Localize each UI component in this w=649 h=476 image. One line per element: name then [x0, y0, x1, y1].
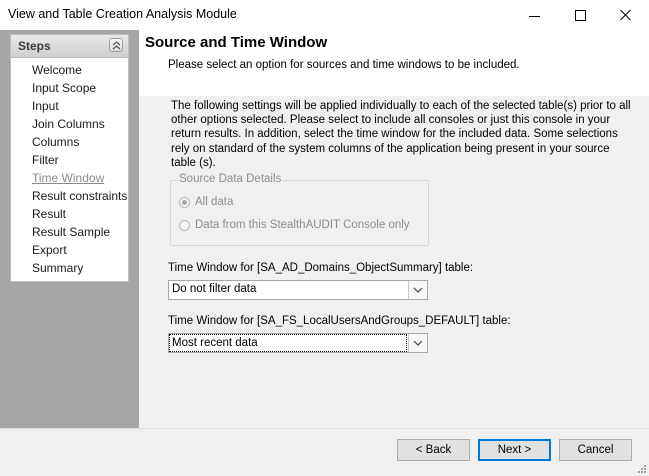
time-window-select-domains[interactable]: Do not filter data	[168, 280, 428, 300]
chevron-down-icon	[413, 340, 423, 346]
wizard-footer: < Back Next > Cancel	[0, 428, 649, 476]
steps-list: Welcome Input Scope Input Join Columns Colum…	[11, 61, 128, 277]
page-header: Source and Time Window Please select an …	[139, 30, 649, 96]
next-button[interactable]: Next >	[478, 439, 551, 461]
back-button[interactable]: < Back	[397, 439, 470, 461]
content-area: The following settings will be applied i…	[139, 96, 649, 428]
all-data-option[interactable]: All data	[179, 194, 233, 210]
step-item-time-window[interactable]: Time Window	[11, 169, 128, 187]
step-item-welcome[interactable]: Welcome	[11, 61, 128, 79]
time-window-value-localusers: Most recent data	[169, 334, 407, 352]
step-item-input-scope[interactable]: Input Scope	[11, 79, 128, 97]
collapse-chevron-up-icon[interactable]	[109, 38, 123, 52]
time-window-value-domains: Do not filter data	[172, 283, 257, 295]
page-subtitle: Please select an option for sources and …	[168, 59, 520, 71]
wizard-window: View and Table Creation Analysis Module …	[0, 0, 649, 476]
resize-grip-icon[interactable]	[637, 464, 647, 474]
steps-panel: Steps Welcome Input Scope Input Join Column…	[10, 34, 129, 282]
page-title: Source and Time Window	[145, 34, 328, 51]
close-button[interactable]	[603, 0, 649, 30]
step-item-result[interactable]: Result	[11, 205, 128, 223]
maximize-icon	[574, 9, 586, 21]
console-only-option[interactable]: Data from this StealthAUDIT Console only	[179, 217, 410, 233]
time-window-label-localusers: Time Window for [SA_FS_LocalUsersAndGrou…	[168, 315, 511, 327]
minimize-icon	[528, 15, 540, 17]
step-item-join-columns[interactable]: Join Columns	[11, 115, 128, 133]
window-title: View and Table Creation Analysis Module	[8, 7, 237, 21]
step-item-columns[interactable]: Columns	[11, 133, 128, 151]
cancel-button[interactable]: Cancel	[559, 439, 632, 461]
steps-title: Steps	[18, 39, 51, 53]
console-only-label: Data from this StealthAUDIT Console only	[195, 219, 410, 231]
maximize-button[interactable]	[557, 0, 603, 30]
dropdown-button[interactable]	[408, 334, 427, 352]
chevron-down-icon	[413, 287, 423, 293]
step-item-summary[interactable]: Summary	[11, 259, 128, 277]
all-data-label: All data	[195, 196, 234, 208]
title-bar[interactable]: View and Table Creation Analysis Module	[0, 0, 649, 30]
step-item-result-constraints[interactable]: Result constraints	[11, 187, 128, 205]
close-icon	[620, 9, 632, 21]
step-item-filter[interactable]: Filter	[11, 151, 128, 169]
source-data-legend: Source Data Details	[177, 173, 284, 185]
step-item-result-sample[interactable]: Result Sample	[11, 223, 128, 241]
description-text: The following settings will be applied i…	[171, 100, 631, 169]
time-window-select-localusers[interactable]: Most recent data	[168, 333, 428, 353]
step-item-input[interactable]: Input	[11, 97, 128, 115]
all-data-radio[interactable]	[179, 196, 190, 208]
source-data-groupbox: Source Data Details All data Data from t…	[170, 173, 429, 246]
step-item-export[interactable]: Export	[11, 241, 128, 259]
minimize-button[interactable]	[511, 0, 557, 30]
time-window-label-domains: Time Window for [SA_AD_Domains_ObjectSum…	[168, 262, 474, 274]
console-only-radio[interactable]	[179, 219, 190, 231]
dropdown-button[interactable]	[408, 281, 427, 299]
steps-header: Steps	[11, 35, 128, 58]
